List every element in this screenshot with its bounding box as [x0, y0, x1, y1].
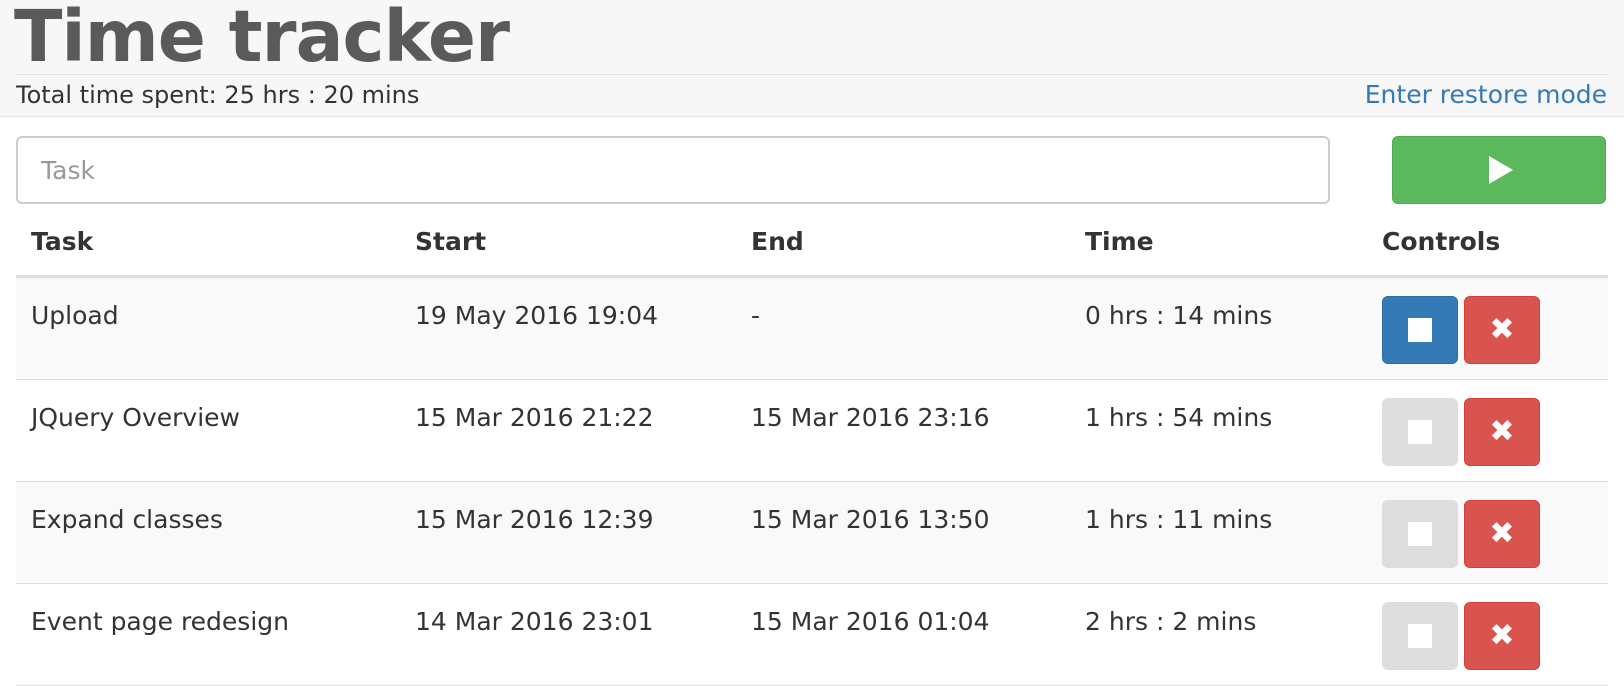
task-start: 15 Mar 2016 21:22	[415, 403, 654, 432]
table-row: Expand classes 15 Mar 2016 12:39 15 Mar …	[16, 482, 1608, 584]
close-icon: ✖	[1489, 516, 1515, 551]
page-title: Time tracker	[14, 0, 510, 78]
task-duration: 0 hrs : 14 mins	[1085, 301, 1273, 330]
column-header-controls: Controls	[1382, 227, 1501, 256]
stop-icon	[1408, 624, 1432, 648]
stop-button[interactable]	[1382, 296, 1458, 364]
task-duration: 1 hrs : 11 mins	[1085, 505, 1273, 534]
delete-button[interactable]: ✖	[1464, 296, 1540, 364]
table-row: JQuery Overview 15 Mar 2016 21:22 15 Mar…	[16, 380, 1608, 482]
stop-icon	[1408, 420, 1432, 444]
column-header-task: Task	[31, 227, 94, 256]
task-start: 14 Mar 2016 23:01	[415, 607, 654, 636]
task-end: -	[751, 301, 761, 330]
task-duration: 1 hrs : 54 mins	[1085, 403, 1273, 432]
close-icon: ✖	[1489, 414, 1515, 449]
task-duration: 2 hrs : 2 mins	[1085, 607, 1257, 636]
stop-button[interactable]	[1382, 398, 1458, 466]
task-input[interactable]	[16, 136, 1330, 204]
close-icon: ✖	[1489, 618, 1515, 653]
close-icon: ✖	[1489, 312, 1515, 347]
task-end: 15 Mar 2016 01:04	[751, 607, 990, 636]
column-header-start: Start	[415, 227, 487, 256]
total-time-spent: Total time spent: 25 hrs : 20 mins	[16, 81, 420, 109]
stop-icon	[1408, 522, 1432, 546]
stop-button[interactable]	[1382, 602, 1458, 670]
column-header-end: End	[751, 227, 804, 256]
delete-button[interactable]: ✖	[1464, 602, 1540, 670]
page-header: Time tracker Total time spent: 25 hrs : …	[0, 0, 1624, 117]
stop-icon	[1408, 318, 1432, 342]
delete-button[interactable]: ✖	[1464, 500, 1540, 568]
start-timer-button[interactable]	[1392, 136, 1606, 204]
column-header-time: Time	[1085, 227, 1154, 256]
delete-button[interactable]: ✖	[1464, 398, 1540, 466]
task-start: 19 May 2016 19:04	[415, 301, 659, 330]
task-end: 15 Mar 2016 13:50	[751, 505, 990, 534]
task-name: Event page redesign	[31, 607, 289, 636]
task-name: Expand classes	[31, 505, 223, 534]
stop-button[interactable]	[1382, 500, 1458, 568]
table-row: Upload 19 May 2016 19:04 - 0 hrs : 14 mi…	[16, 278, 1608, 380]
task-name: JQuery Overview	[31, 403, 240, 432]
task-end: 15 Mar 2016 23:16	[751, 403, 990, 432]
task-start: 15 Mar 2016 12:39	[415, 505, 654, 534]
task-name: Upload	[31, 301, 119, 330]
title-divider	[16, 74, 1608, 75]
task-table-body: Upload 19 May 2016 19:04 - 0 hrs : 14 mi…	[16, 278, 1608, 686]
play-icon	[1489, 156, 1513, 184]
enter-restore-mode-link[interactable]: Enter restore mode	[1365, 80, 1607, 110]
table-row: Event page redesign 14 Mar 2016 23:01 15…	[16, 584, 1608, 686]
